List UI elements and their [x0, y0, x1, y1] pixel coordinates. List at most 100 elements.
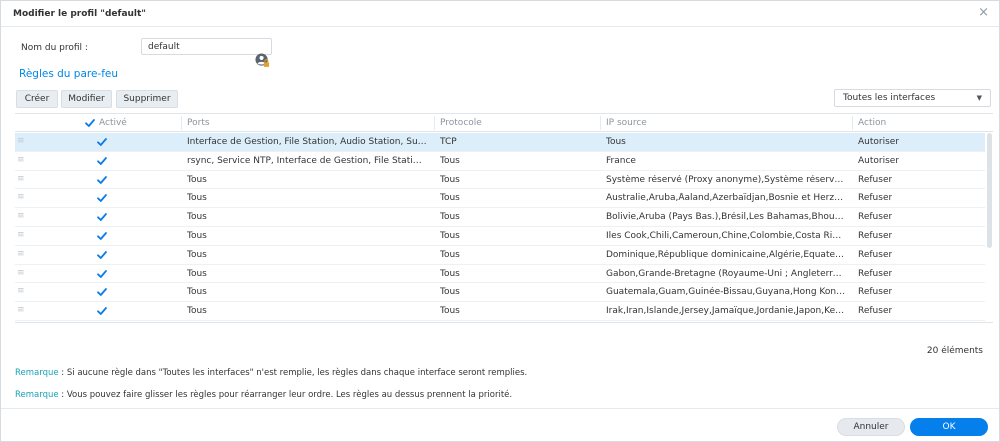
cell-protocol: Tous: [440, 249, 460, 260]
cell-ports: Tous: [187, 193, 207, 204]
modify-button[interactable]: Modifier: [61, 90, 112, 108]
profile-name-label: Nom du profil :: [21, 43, 88, 53]
note-2: Remarque : Vous pouvez faire glisser les…: [15, 390, 512, 400]
caret-down-icon: ▼: [976, 94, 982, 102]
cell-ports: Tous: [187, 268, 207, 279]
cell-source-ip: Guatemala,Guam,Guinée-Bissau,Guyana,Hong…: [606, 287, 846, 298]
dialog-titlebar: Modifier le profil "default" ×: [1, 1, 999, 27]
cell-source-ip: France: [606, 155, 636, 166]
active-checkbox[interactable]: [96, 249, 108, 261]
cell-action: Refuser: [858, 212, 893, 223]
table-row[interactable]: ≡ rsync, Service NTP, Interface de Gestio…: [15, 152, 985, 171]
cell-protocol: Tous: [440, 174, 460, 185]
cell-protocol: Tous: [440, 287, 460, 298]
column-divider: [852, 116, 853, 130]
scrollbar-thumb[interactable]: [987, 133, 992, 248]
header-ports[interactable]: Ports: [187, 118, 210, 128]
header-source-ip[interactable]: IP source: [606, 118, 647, 128]
table-row[interactable]: ≡ Tous Tous Îles Cook,Chili,Cameroun,Chine,…: [15, 227, 985, 246]
drag-handle-icon[interactable]: ≡: [17, 268, 25, 278]
cell-action: Autoriser: [858, 155, 900, 166]
note-text: : Si aucune règle dans "Toutes les inter…: [58, 368, 528, 378]
drag-handle-icon[interactable]: ≡: [17, 192, 25, 202]
note-text: : Vous pouvez faire glisser les règles p…: [58, 390, 513, 400]
cell-ports: Interface de Gestion, File Station, Audi…: [187, 137, 427, 147]
drag-handle-icon[interactable]: ≡: [17, 136, 25, 146]
delete-button[interactable]: Supprimer: [116, 90, 178, 108]
table-row[interactable]: ≡ Tous Tous Guatemala,Guam,Guinée-Bissau,Gu…: [15, 283, 985, 303]
rules-table: Activé Ports Protocole IP source Action …: [15, 113, 993, 339]
column-divider: [181, 116, 182, 130]
cell-ports: Tous: [187, 249, 207, 260]
cell-source-ip: Australie,Aruba,Åaland,Azerbaïdjan,Bosni…: [606, 193, 846, 204]
cell-protocol: Tous: [440, 268, 460, 279]
drag-handle-icon[interactable]: ≡: [17, 211, 25, 221]
cell-protocol: TCP: [440, 137, 457, 147]
drag-handle-icon[interactable]: ≡: [17, 174, 25, 184]
active-checkbox[interactable]: [96, 305, 108, 317]
header-protocol[interactable]: Protocole: [440, 118, 482, 128]
cell-action: Refuser: [858, 249, 893, 260]
active-checkbox[interactable]: [96, 155, 108, 167]
cell-source-ip: Îles Cook,Chili,Cameroun,Chine,Colombie,…: [606, 231, 846, 241]
cell-action: Refuser: [858, 287, 893, 298]
cell-protocol: Tous: [440, 155, 460, 166]
table-row[interactable]: ≡ Tous Tous Dominique,République dominicain…: [15, 246, 985, 265]
table-header: Activé Ports Protocole IP source Action: [15, 114, 993, 132]
select-all-checkbox[interactable]: [84, 117, 96, 129]
firewall-rules-title: Règles du pare-feu: [19, 68, 119, 80]
table-row[interactable]: ≡ Tous Tous Irak,Iran,Islande,Jersey,Jamaïq…: [15, 302, 985, 321]
cell-ports: Tous: [187, 174, 207, 185]
table-row[interactable]: ≡ Tous Tous Bolivie,Aruba (Pays Bas.),Brési…: [15, 208, 985, 227]
cell-action: Refuser: [858, 268, 893, 279]
active-checkbox[interactable]: [96, 211, 108, 223]
edit-profile-dialog: Modifier le profil "default" × Nom du pr…: [0, 0, 1000, 442]
drag-handle-icon[interactable]: ≡: [17, 305, 25, 315]
table-body: ≡ Interface de Gestion, File Station, Aud…: [15, 133, 993, 322]
header-active[interactable]: Activé: [99, 118, 127, 128]
active-checkbox[interactable]: [96, 230, 108, 242]
cell-ports: Tous: [187, 231, 207, 241]
cancel-button[interactable]: Annuler: [837, 418, 905, 436]
header-action[interactable]: Action: [858, 118, 886, 128]
cell-protocol: Tous: [440, 306, 460, 317]
table-row[interactable]: ≡ Interface de Gestion, File Station, Aud…: [15, 133, 985, 152]
drag-handle-icon[interactable]: ≡: [17, 155, 25, 165]
cell-action: Refuser: [858, 193, 893, 204]
drag-handle-icon[interactable]: ≡: [17, 230, 25, 240]
cell-source-ip: Système réservé (Proxy anonyme),Système …: [606, 174, 846, 185]
table-row[interactable]: ≡ Tous Tous Gabon,Grande-Bretagne (Royaume-…: [15, 265, 985, 284]
cell-ports: rsync, Service NTP, Interface de Gestion…: [187, 155, 427, 166]
active-checkbox[interactable]: [96, 268, 108, 280]
active-checkbox[interactable]: [96, 286, 108, 298]
cell-source-ip: Gabon,Grande-Bretagne (Royaume-Uni ; Ang…: [606, 268, 846, 279]
table-footer: [15, 322, 993, 340]
ok-button[interactable]: OK: [910, 418, 988, 436]
cell-source-ip: Dominique,République dominicaine,Algérie…: [606, 249, 846, 260]
user-lock-icon[interactable]: [255, 53, 270, 68]
footer-divider: [1, 408, 999, 409]
active-checkbox[interactable]: [96, 136, 108, 148]
close-icon[interactable]: ×: [978, 5, 989, 20]
cell-action: Refuser: [858, 306, 893, 317]
drag-handle-icon[interactable]: ≡: [17, 249, 25, 259]
drag-handle-icon[interactable]: ≡: [17, 286, 25, 296]
table-row[interactable]: ≡ Tous Tous Australie,Aruba,Åaland,Azerbaïd…: [15, 189, 985, 209]
active-checkbox[interactable]: [96, 192, 108, 204]
create-button[interactable]: Créer: [16, 90, 58, 108]
cell-ports: Tous: [187, 306, 207, 317]
table-scrollbar[interactable]: [985, 133, 993, 322]
item-count: 20 éléments: [926, 346, 983, 356]
table-row[interactable]: ≡ Tous Tous Système réservé (Proxy anonyme)…: [15, 171, 985, 190]
cell-ports: Tous: [187, 212, 207, 223]
note-key: Remarque: [15, 390, 59, 400]
active-checkbox[interactable]: [96, 174, 108, 186]
cell-protocol: Tous: [440, 212, 460, 223]
cell-action: Autoriser: [858, 137, 900, 147]
cell-protocol: Tous: [440, 193, 460, 204]
column-divider: [600, 116, 601, 130]
interface-select[interactable]: Toutes les interfaces ▼: [834, 89, 991, 107]
profile-name-input[interactable]: [141, 38, 272, 55]
note-1: Remarque : Si aucune règle dans "Toutes …: [15, 368, 527, 378]
note-key: Remarque: [15, 368, 59, 378]
